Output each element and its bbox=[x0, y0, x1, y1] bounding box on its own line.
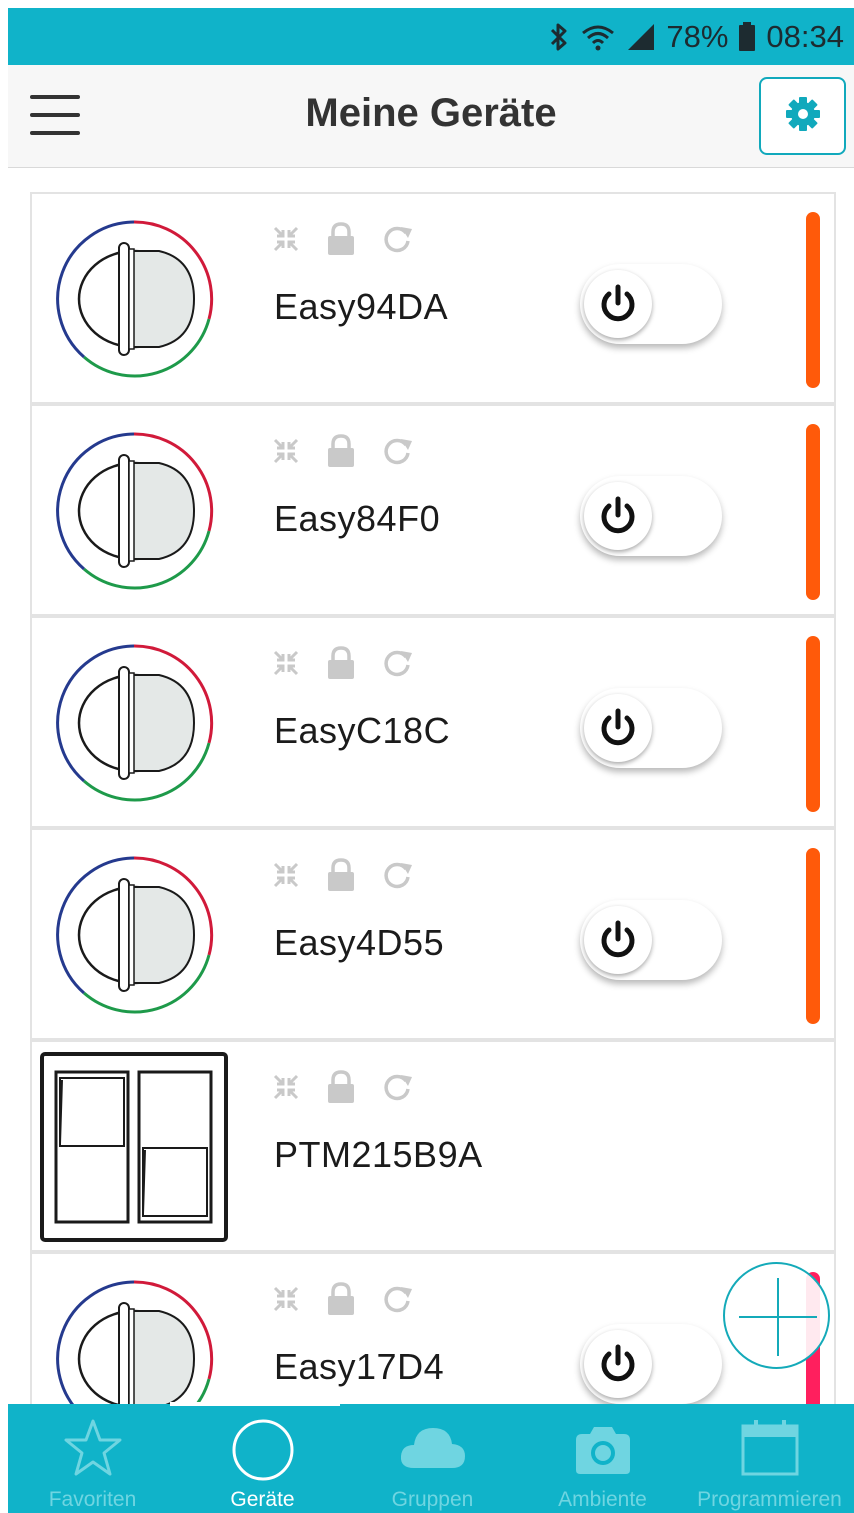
shrink-icon bbox=[272, 225, 300, 258]
battery-percent: 78% bbox=[666, 18, 729, 54]
active-tab-indicator bbox=[170, 1402, 340, 1406]
nav-label: Ambiente bbox=[558, 1488, 647, 1511]
round-switch-image bbox=[54, 431, 214, 591]
rocker-switch-image bbox=[40, 1052, 228, 1242]
power-icon bbox=[584, 482, 652, 550]
status-bar: 78% 08:34 bbox=[8, 8, 854, 65]
nav-item-favoriten[interactable]: Favoriten bbox=[8, 1404, 177, 1513]
clock: 08:34 bbox=[766, 18, 844, 54]
power-toggle[interactable] bbox=[580, 688, 722, 768]
device-name: PTM215B9A bbox=[274, 1134, 483, 1175]
gear-icon bbox=[785, 96, 821, 137]
nav-item-programmieren[interactable]: Programmieren bbox=[685, 1404, 854, 1513]
refresh-icon bbox=[382, 648, 414, 683]
device-status-icons bbox=[272, 1070, 414, 1109]
power-icon bbox=[584, 906, 652, 974]
shrink-icon bbox=[272, 1285, 300, 1318]
shrink-icon bbox=[272, 649, 300, 682]
power-toggle[interactable] bbox=[580, 264, 722, 344]
shrink-icon bbox=[272, 437, 300, 470]
refresh-icon bbox=[382, 224, 414, 259]
power-toggle[interactable] bbox=[580, 1324, 722, 1404]
power-icon bbox=[584, 270, 652, 338]
device-status-icons bbox=[272, 858, 414, 897]
device-name: Easy84F0 bbox=[274, 498, 441, 539]
star-icon bbox=[62, 1418, 124, 1483]
lock-icon bbox=[326, 646, 356, 685]
device-status-icons bbox=[272, 222, 414, 261]
round-switch-image bbox=[54, 643, 214, 803]
power-icon bbox=[584, 1330, 652, 1398]
device-card[interactable]: Easy84F0 bbox=[30, 404, 836, 616]
nav-item-gruppen[interactable]: Gruppen bbox=[348, 1404, 517, 1513]
lock-icon bbox=[326, 1282, 356, 1321]
lock-icon bbox=[326, 1070, 356, 1109]
device-status-icons bbox=[272, 646, 414, 685]
page-title: Meine Geräte bbox=[305, 91, 557, 135]
wifi-icon bbox=[580, 23, 616, 51]
shrink-icon bbox=[272, 1073, 300, 1106]
power-toggle[interactable] bbox=[580, 476, 722, 556]
status-indicator-bar bbox=[806, 424, 820, 600]
status-indicator-bar bbox=[806, 848, 820, 1024]
device-status-icons bbox=[272, 1282, 414, 1321]
device-name: Easy17D4 bbox=[274, 1346, 445, 1387]
add-device-button[interactable] bbox=[723, 1262, 830, 1369]
device-name: Easy94DA bbox=[274, 286, 449, 327]
refresh-icon bbox=[382, 860, 414, 895]
app-screen: 78% 08:34 Meine Geräte Easy94DA Easy84F0… bbox=[0, 0, 854, 1513]
signal-icon bbox=[626, 23, 656, 51]
status-indicator-bar bbox=[806, 212, 820, 388]
device-name: EasyC18C bbox=[274, 710, 451, 751]
nav-label: Gruppen bbox=[391, 1488, 474, 1511]
settings-button[interactable] bbox=[759, 77, 846, 155]
device-card[interactable]: Easy4D55 bbox=[30, 828, 836, 1040]
battery-icon bbox=[738, 21, 756, 52]
round-switch-image bbox=[54, 855, 214, 1015]
device-card[interactable]: PTM215B9A bbox=[30, 1040, 836, 1252]
cloud-icon bbox=[398, 1418, 468, 1483]
shrink-icon bbox=[272, 861, 300, 894]
nav-item-ambiente[interactable]: Ambiente bbox=[518, 1404, 687, 1513]
camera-icon bbox=[572, 1418, 634, 1483]
nav-label: Programmieren bbox=[697, 1488, 842, 1511]
power-icon bbox=[584, 694, 652, 762]
bottom-navigation: Favoriten Geräte Gruppen Ambiente Progra… bbox=[8, 1404, 854, 1513]
device-status-icons bbox=[272, 434, 414, 473]
refresh-icon bbox=[382, 1284, 414, 1319]
lock-icon bbox=[326, 858, 356, 897]
round-switch-image bbox=[54, 219, 214, 379]
refresh-icon bbox=[382, 436, 414, 471]
circle-icon bbox=[231, 1418, 295, 1487]
nav-label: Geräte bbox=[230, 1488, 295, 1511]
device-card[interactable]: Easy94DA bbox=[30, 192, 836, 404]
refresh-icon bbox=[382, 1072, 414, 1107]
device-card[interactable]: EasyC18C bbox=[30, 616, 836, 828]
nav-label: Favoriten bbox=[48, 1488, 137, 1511]
nav-item-geraete[interactable]: Geräte bbox=[178, 1404, 347, 1513]
app-header: Meine Geräte bbox=[8, 65, 854, 168]
power-toggle[interactable] bbox=[580, 900, 722, 980]
status-indicator-bar bbox=[806, 636, 820, 812]
lock-icon bbox=[326, 222, 356, 261]
bluetooth-icon bbox=[548, 22, 570, 52]
lock-icon bbox=[326, 434, 356, 473]
device-name: Easy4D55 bbox=[274, 922, 445, 963]
calendar-icon bbox=[740, 1418, 800, 1483]
